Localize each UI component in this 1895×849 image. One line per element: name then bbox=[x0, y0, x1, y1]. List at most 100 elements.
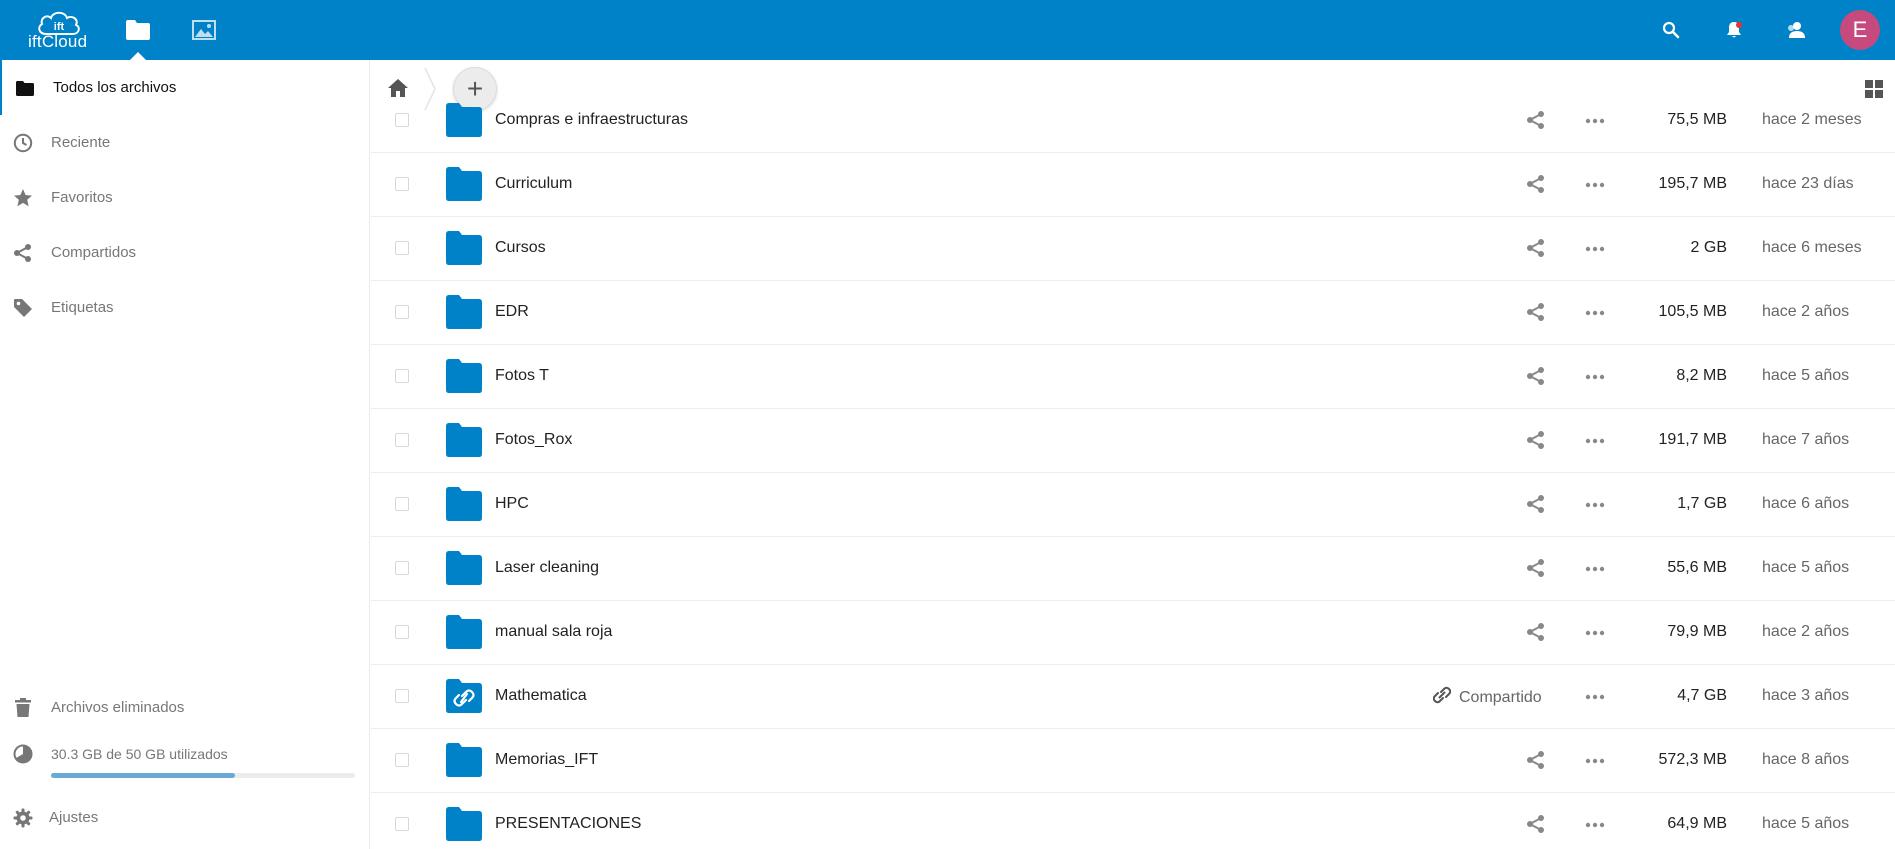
share-button[interactable] bbox=[1526, 238, 1546, 258]
file-name[interactable]: Cursos bbox=[495, 239, 546, 257]
more-actions-button[interactable] bbox=[1583, 110, 1607, 130]
row-checkbox[interactable] bbox=[395, 817, 409, 831]
sidebar-item-label: Reciente bbox=[51, 134, 111, 151]
link-icon bbox=[1432, 686, 1452, 709]
folder-icon[interactable] bbox=[446, 295, 482, 329]
share-button[interactable] bbox=[1526, 110, 1546, 130]
folder-icon[interactable] bbox=[446, 103, 482, 137]
file-row[interactable]: Laser cleaning 55,6 MB hace 5 años bbox=[371, 537, 1895, 601]
share-button[interactable] bbox=[1526, 430, 1546, 450]
more-actions-button[interactable] bbox=[1583, 174, 1607, 194]
row-checkbox[interactable] bbox=[395, 689, 409, 703]
row-checkbox[interactable] bbox=[395, 241, 409, 255]
file-name[interactable]: Curriculum bbox=[495, 175, 572, 193]
file-size: 79,9 MB bbox=[1667, 623, 1727, 640]
more-actions-button[interactable] bbox=[1583, 814, 1607, 834]
home-icon bbox=[388, 79, 408, 97]
file-row[interactable]: HPC 1,7 GB hace 6 años bbox=[371, 473, 1895, 537]
folder-icon[interactable] bbox=[446, 487, 482, 521]
folder-icon[interactable] bbox=[446, 231, 482, 265]
folder-icon[interactable] bbox=[446, 807, 482, 841]
row-checkbox[interactable] bbox=[395, 497, 409, 511]
row-checkbox[interactable] bbox=[395, 561, 409, 575]
file-name[interactable]: HPC bbox=[495, 495, 529, 513]
file-name[interactable]: manual sala roja bbox=[495, 623, 612, 641]
shared-folder-icon[interactable] bbox=[446, 679, 482, 713]
file-name[interactable]: Compras e infraestructuras bbox=[495, 111, 688, 129]
file-row[interactable]: manual sala roja 79,9 MB hace 2 años bbox=[371, 601, 1895, 665]
share-button[interactable] bbox=[1526, 622, 1546, 642]
more-actions-button[interactable] bbox=[1583, 366, 1607, 386]
clock-icon bbox=[13, 133, 33, 153]
more-actions-button[interactable] bbox=[1583, 686, 1607, 706]
row-checkbox[interactable] bbox=[395, 753, 409, 767]
file-row[interactable]: Mathematica Compartido 4,7 GB hace 3 años bbox=[371, 665, 1895, 729]
folder-icon[interactable] bbox=[446, 423, 482, 457]
file-row[interactable]: Compras e infraestructuras 75,5 MB hace 2 … bbox=[371, 98, 1895, 153]
file-row[interactable]: PRESENTACIONES 64,9 MB hace 5 años bbox=[371, 793, 1895, 849]
more-dots-icon bbox=[1585, 303, 1605, 321]
file-size: 64,9 MB bbox=[1667, 815, 1727, 832]
more-actions-button[interactable] bbox=[1583, 750, 1607, 770]
row-checkbox[interactable] bbox=[395, 369, 409, 383]
share-button[interactable] bbox=[1526, 558, 1546, 578]
row-checkbox[interactable] bbox=[395, 177, 409, 191]
file-row[interactable]: Memorias_IFT 572,3 MB hace 8 años bbox=[371, 729, 1895, 793]
user-avatar[interactable]: E bbox=[1840, 10, 1880, 50]
photos-app-button[interactable] bbox=[188, 14, 220, 46]
sidebar-item-settings[interactable]: Ajustes bbox=[0, 790, 369, 845]
share-button[interactable] bbox=[1526, 366, 1546, 386]
folder-icon[interactable] bbox=[446, 615, 482, 649]
sidebar-item-tags[interactable]: Etiquetas bbox=[0, 280, 369, 335]
sidebar-item-label: Archivos eliminados bbox=[51, 699, 185, 716]
row-checkbox[interactable] bbox=[395, 305, 409, 319]
folder-icon[interactable] bbox=[446, 359, 482, 393]
file-size: 8,2 MB bbox=[1676, 367, 1727, 384]
file-row[interactable]: Fotos_Rox 191,7 MB hace 7 años bbox=[371, 409, 1895, 473]
file-name[interactable]: PRESENTACIONES bbox=[495, 815, 641, 833]
file-row[interactable]: Curriculum 195,7 MB hace 23 días bbox=[371, 153, 1895, 217]
file-name[interactable]: Fotos_Rox bbox=[495, 431, 572, 449]
file-name[interactable]: Fotos T bbox=[495, 367, 549, 385]
search-button[interactable] bbox=[1655, 14, 1687, 46]
share-button[interactable] bbox=[1526, 302, 1546, 322]
more-actions-button[interactable] bbox=[1583, 238, 1607, 258]
sidebar-item-recent[interactable]: Reciente bbox=[0, 115, 369, 170]
more-actions-button[interactable] bbox=[1583, 430, 1607, 450]
row-checkbox[interactable] bbox=[395, 625, 409, 639]
share-button[interactable] bbox=[1526, 174, 1546, 194]
file-row[interactable]: Fotos T 8,2 MB hace 5 años bbox=[371, 345, 1895, 409]
files-app-button[interactable] bbox=[122, 14, 154, 46]
grid-view-toggle[interactable] bbox=[1864, 79, 1884, 99]
share-button[interactable] bbox=[1526, 750, 1546, 770]
folder-icon[interactable] bbox=[446, 167, 482, 201]
row-checkbox[interactable] bbox=[395, 113, 409, 127]
more-actions-button[interactable] bbox=[1583, 302, 1607, 322]
folder-icon[interactable] bbox=[446, 743, 482, 777]
file-row[interactable]: Cursos 2 GB hace 6 meses bbox=[371, 217, 1895, 281]
row-checkbox[interactable] bbox=[395, 433, 409, 447]
share-icon bbox=[1526, 751, 1546, 774]
file-name[interactable]: Memorias_IFT bbox=[495, 751, 598, 769]
more-actions-button[interactable] bbox=[1583, 622, 1607, 642]
file-size: 105,5 MB bbox=[1658, 303, 1727, 320]
sidebar-item-favorites[interactable]: Favoritos bbox=[0, 170, 369, 225]
share-button[interactable] bbox=[1526, 494, 1546, 514]
file-name[interactable]: Mathematica bbox=[495, 687, 587, 705]
file-name[interactable]: Laser cleaning bbox=[495, 559, 599, 577]
sidebar-item-all-files[interactable]: Todos los archivos bbox=[0, 60, 369, 115]
file-name[interactable]: EDR bbox=[495, 303, 529, 321]
sidebar: Todos los archivos Reciente Favoritos Co… bbox=[0, 60, 370, 849]
contacts-button[interactable] bbox=[1780, 14, 1812, 46]
file-row[interactable]: EDR 105,5 MB hace 2 años bbox=[371, 281, 1895, 345]
more-actions-button[interactable] bbox=[1583, 558, 1607, 578]
share-icon bbox=[1526, 175, 1546, 198]
app-logo[interactable]: ift iftCloud bbox=[22, 8, 96, 52]
shared-status[interactable]: Compartido bbox=[1432, 686, 1542, 709]
more-actions-button[interactable] bbox=[1583, 494, 1607, 514]
breadcrumb-home[interactable] bbox=[387, 78, 409, 100]
notifications-button[interactable] bbox=[1718, 14, 1750, 46]
share-button[interactable] bbox=[1526, 814, 1546, 834]
sidebar-item-shared[interactable]: Compartidos bbox=[0, 225, 369, 280]
folder-icon[interactable] bbox=[446, 551, 482, 585]
